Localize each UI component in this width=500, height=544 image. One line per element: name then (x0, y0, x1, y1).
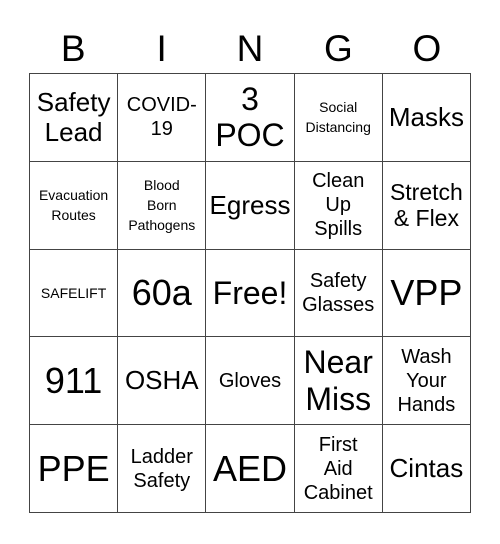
bingo-cell[interactable]: OSHA (118, 337, 207, 426)
bingo-cell[interactable]: AED (206, 425, 295, 513)
bingo-cell[interactable]: PPE (30, 425, 119, 513)
bingo-cell[interactable]: Blood Born Pathogens (118, 161, 207, 250)
bingo-cell[interactable]: Social Distancing (294, 74, 383, 162)
header-letter-b: B (60, 28, 86, 69)
bingo-cell[interactable]: Egress (206, 161, 295, 250)
bingo-grid: Safety Lead COVID- 19 3 POC Social Distanci… (29, 73, 471, 513)
header-letter-g: G (324, 28, 353, 69)
bingo-cell[interactable]: 3 POC (206, 74, 295, 162)
bingo-header: B I N G O (29, 26, 471, 72)
bingo-cell[interactable]: Evacuation Routes (30, 161, 119, 250)
header-letter-i: I (156, 28, 167, 69)
bingo-cell[interactable]: Near Miss (294, 337, 383, 426)
header-letter-n: N (236, 28, 264, 69)
bingo-cell[interactable]: Safety Glasses (294, 249, 383, 338)
bingo-cell[interactable]: COVID- 19 (118, 74, 207, 162)
bingo-cell[interactable]: Safety Lead (30, 74, 119, 162)
bingo-cell[interactable]: Stretch & Flex (382, 161, 471, 250)
bingo-cell[interactable]: Ladder Safety (118, 425, 207, 513)
bingo-cell[interactable]: Gloves (206, 337, 295, 426)
bingo-cell[interactable]: SAFELIFT (30, 249, 119, 338)
bingo-cell[interactable]: 911 (30, 337, 119, 426)
bingo-cell[interactable]: VPP (382, 249, 471, 338)
header-letter-o: O (412, 28, 442, 69)
bingo-cell[interactable]: 60a (118, 249, 207, 338)
bingo-cell[interactable]: Clean Up Spills (294, 161, 383, 250)
bingo-cell[interactable]: Cintas (382, 425, 471, 513)
bingo-cell[interactable]: Free! (206, 249, 295, 338)
bingo-cell[interactable]: Masks (382, 74, 471, 162)
bingo-cell[interactable]: First Aid Cabinet (294, 425, 383, 513)
bingo-cell[interactable]: Wash Your Hands (382, 337, 471, 426)
